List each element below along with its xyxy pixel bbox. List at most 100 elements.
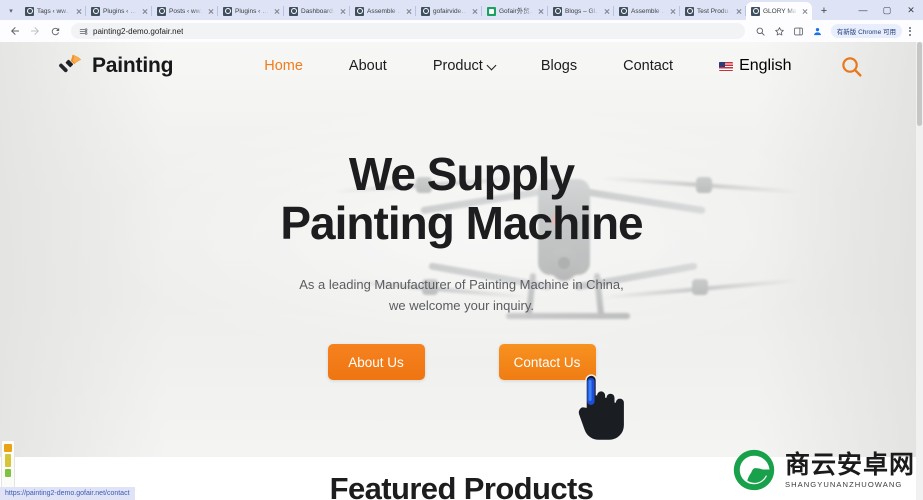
close-icon[interactable] xyxy=(404,7,413,16)
nav-item-contact[interactable]: Contact xyxy=(600,58,696,74)
paintbrush-icon xyxy=(55,53,83,79)
close-icon[interactable] xyxy=(338,7,347,16)
close-icon[interactable] xyxy=(800,7,809,16)
plus-icon: + xyxy=(820,4,828,17)
chevron-down-icon xyxy=(488,62,495,69)
browser-toolbar: painting2-demo.gofair.net 有新版 Chrome 可用 xyxy=(0,20,923,42)
new-tab-button[interactable]: + xyxy=(815,2,833,20)
search-button[interactable] xyxy=(752,22,770,40)
widget-icon xyxy=(4,444,12,452)
nav-item-about[interactable]: About xyxy=(326,58,410,74)
search-icon xyxy=(841,56,862,77)
watermark-pinyin: SHANGYUNANZHUOWANG xyxy=(784,479,903,489)
tab-search-caret: ▾ xyxy=(9,8,13,15)
tab-title: Assemble … xyxy=(367,7,401,15)
hero-heading: We Supply Painting Machine xyxy=(0,150,923,248)
chrome-menu-button[interactable] xyxy=(903,22,917,40)
wordpress-favicon xyxy=(157,6,166,16)
language-switcher[interactable]: English xyxy=(696,57,814,75)
nav-item-blogs[interactable]: Blogs xyxy=(518,58,600,74)
close-icon[interactable] xyxy=(668,7,677,16)
wordpress-favicon xyxy=(25,6,34,16)
browser-tab[interactable]: Posts ‹ ww… xyxy=(152,2,218,20)
maximize-button[interactable]: ▢ xyxy=(875,0,899,20)
back-button[interactable] xyxy=(6,22,24,40)
tab-search-button[interactable]: ▾ xyxy=(2,2,20,20)
watermark: 商云安卓网 SHANGYUNANZHUOWANG xyxy=(732,448,915,492)
status-bar-url: https://painting2-demo.gofair.net/contac… xyxy=(5,490,130,497)
page-scrollbar[interactable] xyxy=(916,42,923,500)
close-icon[interactable] xyxy=(74,7,83,16)
us-flag-icon xyxy=(719,61,734,71)
hero-cta-group: About Us Contact Us xyxy=(0,344,923,380)
bookmark-button[interactable] xyxy=(771,22,789,40)
page-info-icon xyxy=(79,27,88,35)
address-bar-url: painting2-demo.gofair.net xyxy=(93,26,184,36)
about-us-button[interactable]: About Us xyxy=(327,344,425,380)
nav-item-product[interactable]: Product xyxy=(410,58,518,74)
close-icon[interactable] xyxy=(734,7,743,16)
about-us-label: About Us xyxy=(348,354,404,370)
wordpress-favicon xyxy=(685,6,694,16)
profile-button[interactable] xyxy=(809,22,827,40)
nav-item-home[interactable]: Home xyxy=(241,58,326,74)
hero-content: We Supply Painting Machine As a leading … xyxy=(0,42,923,380)
account-avatar-icon xyxy=(814,27,822,35)
wordpress-favicon xyxy=(619,6,628,16)
nav-label: Product xyxy=(432,58,483,74)
forward-arrow-icon xyxy=(31,27,39,35)
wordpress-favicon xyxy=(421,6,430,16)
site-logo[interactable]: Painting xyxy=(55,53,173,79)
minimize-button[interactable]: — xyxy=(851,0,875,20)
close-window-button[interactable]: ✕ xyxy=(899,0,923,20)
browser-tab[interactable]: Blogs – Gl… xyxy=(548,2,614,20)
tab-title: Gofair外贸… xyxy=(499,7,533,15)
browser-tab[interactable]: Plugins ‹ … xyxy=(86,2,152,20)
browser-tab[interactable]: Assemble … xyxy=(614,2,680,20)
star-icon xyxy=(775,26,785,35)
hero-heading-line1: We Supply xyxy=(348,148,575,200)
forward-button[interactable] xyxy=(26,22,44,40)
pointing-hand-cursor-icon xyxy=(577,374,626,442)
back-arrow-icon xyxy=(11,27,19,35)
tab-strip: ▾ Tags ‹ ww… Plugins ‹ … Posts ‹ ww… Plu… xyxy=(0,0,923,20)
tab-title: Tags ‹ ww… xyxy=(37,7,71,15)
wordpress-favicon xyxy=(553,6,562,16)
close-icon[interactable] xyxy=(470,7,479,16)
side-panel-icon xyxy=(794,27,804,35)
tab-title: Posts ‹ ww… xyxy=(169,7,203,15)
watermark-logo-icon xyxy=(732,448,776,492)
toolbar-actions: 有新版 Chrome 可用 xyxy=(752,22,917,40)
scrollbar-thumb[interactable] xyxy=(917,42,922,126)
watermark-chinese: 商云安卓网 xyxy=(784,450,915,479)
menu-dot xyxy=(909,33,911,36)
browser-tab[interactable]: gofairvide… xyxy=(416,2,482,20)
reload-button[interactable] xyxy=(46,22,64,40)
close-icon: ✕ xyxy=(907,4,915,15)
browser-tab[interactable]: Plugins ‹ … xyxy=(218,2,284,20)
chrome-update-label: 有新版 Chrome 可用 xyxy=(836,29,896,36)
close-icon[interactable] xyxy=(140,7,149,16)
tab-title: Plugins ‹ … xyxy=(103,7,137,15)
side-panel-button[interactable] xyxy=(790,22,808,40)
tab-title: gofairvide… xyxy=(433,7,467,15)
site-search-button[interactable] xyxy=(837,52,865,80)
browser-tab[interactable]: Tags ‹ ww… xyxy=(20,2,86,20)
browser-tab[interactable]: Test Produ… xyxy=(680,2,746,20)
window-controls: — ▢ ✕ xyxy=(851,0,923,20)
close-icon[interactable] xyxy=(272,7,281,16)
close-icon[interactable] xyxy=(206,7,215,16)
browser-tab[interactable]: Assemble … xyxy=(350,2,416,20)
close-icon[interactable] xyxy=(602,7,611,16)
widget-bar xyxy=(5,454,11,467)
tab-title: Plugins ‹ … xyxy=(235,7,269,15)
floating-side-widget[interactable] xyxy=(1,440,15,490)
browser-tab-active[interactable]: GLORY Ma… xyxy=(746,2,812,20)
address-bar[interactable]: painting2-demo.gofair.net xyxy=(71,23,745,39)
browser-tab[interactable]: Gofair外贸… xyxy=(482,2,548,20)
wordpress-favicon xyxy=(223,6,232,16)
wordpress-favicon xyxy=(289,6,298,16)
chrome-update-chip[interactable]: 有新版 Chrome 可用 xyxy=(830,24,902,38)
browser-tab[interactable]: Dashboard… xyxy=(284,2,350,20)
close-icon[interactable] xyxy=(536,7,545,16)
